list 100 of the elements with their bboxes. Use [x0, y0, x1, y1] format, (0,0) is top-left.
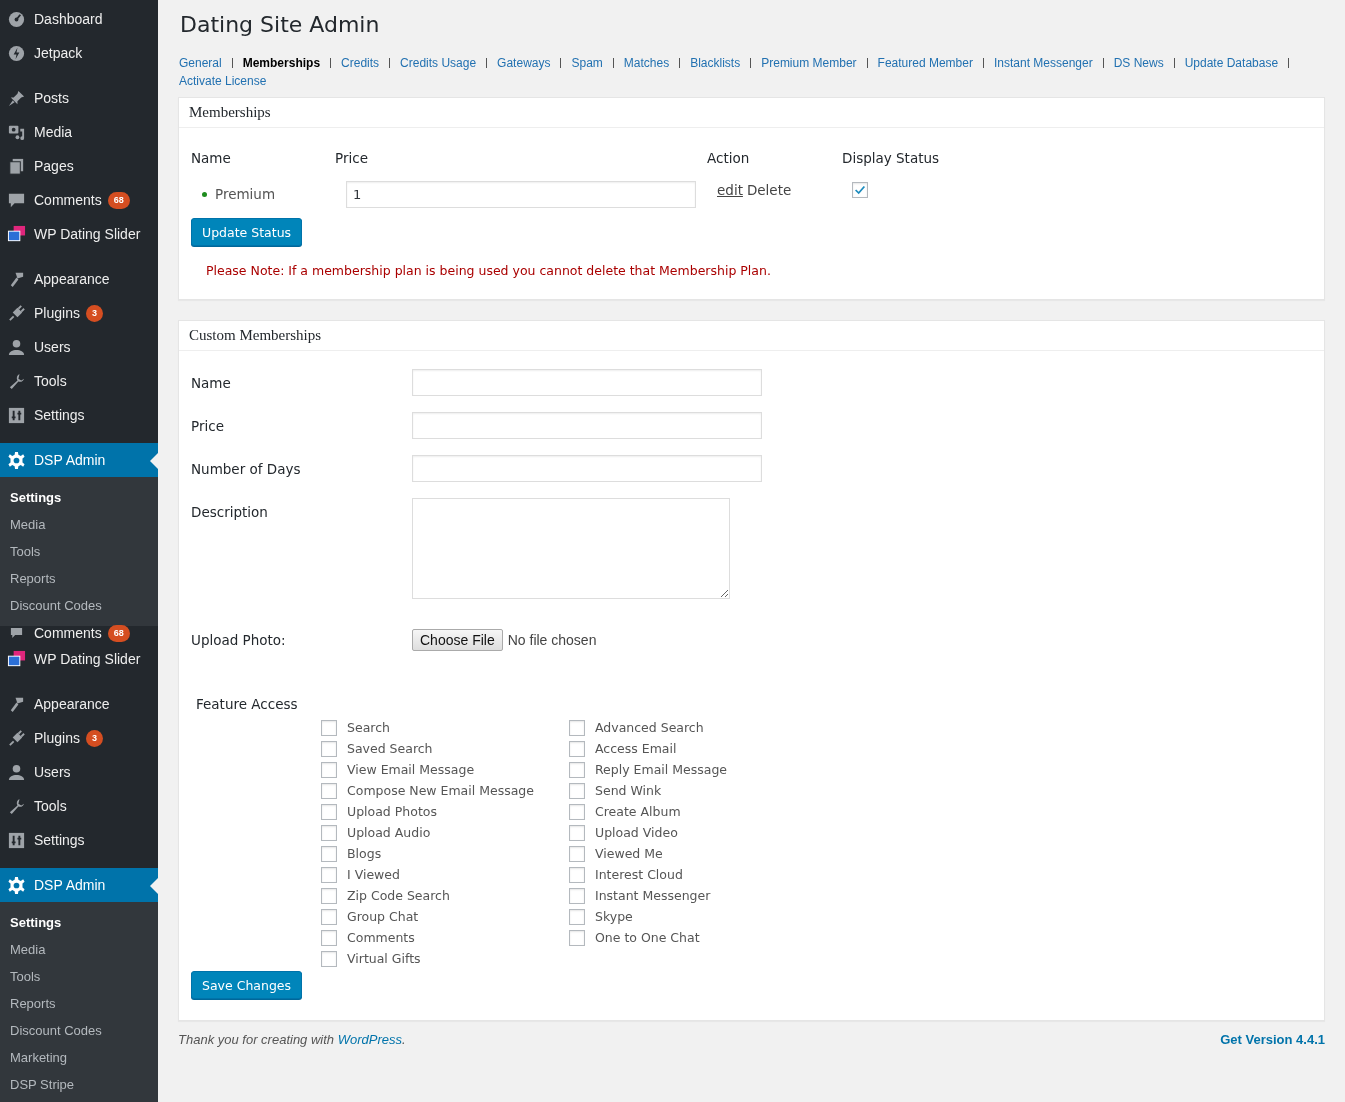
menu-item[interactable]: Pages	[0, 149, 158, 183]
nav-link[interactable]: Memberships	[242, 54, 321, 72]
menu-item[interactable]: WP Dating Slider	[0, 217, 158, 251]
menu-item[interactable]: Users	[0, 755, 158, 789]
count-badge: 3	[85, 304, 103, 322]
update-status-button[interactable]: Update Status	[191, 218, 303, 246]
edit-link[interactable]: edit	[717, 182, 743, 198]
submenu-item[interactable]: Media	[0, 511, 158, 538]
nav-link[interactable]: Gateways	[497, 54, 551, 72]
submenu-item[interactable]: Tools	[0, 963, 158, 990]
submenu-item[interactable]: Reports	[0, 565, 158, 592]
bolt-icon	[7, 43, 26, 63]
delete-link[interactable]: Delete	[746, 182, 792, 198]
menu-item[interactable]: Plugins 3	[0, 721, 158, 755]
checkbox[interactable]	[569, 719, 585, 736]
checkbox[interactable]	[569, 761, 585, 778]
checkbox[interactable]	[321, 740, 337, 757]
text-field[interactable]	[412, 412, 762, 439]
display-status-checkbox[interactable]	[852, 182, 868, 198]
submenu-item[interactable]: DSP Stripe	[0, 1071, 158, 1098]
submenu-item[interactable]: Tools	[0, 538, 158, 565]
checkbox[interactable]	[321, 719, 337, 736]
price-field[interactable]: 1	[346, 180, 696, 208]
nav-link[interactable]: Premium Member	[761, 54, 857, 72]
field-label: Description	[191, 503, 269, 520]
menu-item[interactable]: Dashboard	[0, 2, 158, 36]
nav-link[interactable]: General	[179, 54, 222, 72]
menu-item[interactable]: Comments 68	[0, 183, 158, 217]
plan-name: Premium	[215, 186, 276, 202]
submenu-item[interactable]: Discount Codes	[0, 1017, 158, 1044]
checkbox[interactable]	[321, 761, 337, 778]
checkbox-label: Send Wink	[595, 783, 662, 798]
menu-item[interactable]: WP Dating Slider	[0, 642, 158, 676]
checkbox[interactable]	[321, 845, 337, 862]
page-title: Dating Site Admin	[180, 11, 381, 39]
text-field[interactable]	[412, 455, 762, 482]
checkbox[interactable]	[569, 845, 585, 862]
nav-link[interactable]: Activate License	[179, 72, 267, 90]
submenu-item[interactable]: Settings	[0, 484, 158, 511]
nav-link[interactable]: Matches	[623, 54, 670, 72]
checkbox[interactable]	[569, 824, 585, 841]
checkbox-label: Blogs	[347, 846, 382, 861]
nav-link[interactable]: Credits Usage	[400, 54, 477, 72]
menu-item[interactable]: Settings	[0, 823, 158, 857]
menu-item[interactable]: Comments 68	[0, 624, 158, 642]
nav-link[interactable]: Blacklists	[690, 54, 741, 72]
text-field[interactable]	[412, 369, 762, 396]
submenu-item[interactable]: Media	[0, 936, 158, 963]
checkbox[interactable]	[321, 887, 337, 904]
checkbox[interactable]	[569, 803, 585, 820]
checkbox[interactable]	[321, 803, 337, 820]
checkbox-label: Viewed Me	[595, 846, 663, 861]
menu-item[interactable]: Appearance	[0, 262, 158, 296]
nav-link[interactable]: Featured Member	[877, 54, 973, 72]
checkbox[interactable]	[569, 908, 585, 925]
checkbox[interactable]	[321, 908, 337, 925]
nav-link[interactable]: Instant Messenger	[993, 54, 1093, 72]
checkbox[interactable]	[321, 929, 337, 946]
field-label: Name	[191, 374, 232, 391]
description-field[interactable]	[412, 498, 730, 599]
checkbox[interactable]	[321, 824, 337, 841]
footer-text: Thank you for creating with WordPress.	[178, 1032, 406, 1047]
submenu-item[interactable]: Discount Codes	[0, 592, 158, 619]
menu-item[interactable]: Jetpack	[0, 36, 158, 70]
checkbox-label: Compose New Email Message	[347, 783, 534, 798]
checkbox[interactable]	[569, 740, 585, 757]
nav-link[interactable]: Credits	[341, 54, 380, 72]
menu-item[interactable]: Plugins 3	[0, 296, 158, 330]
menu-item[interactable]: Tools	[0, 364, 158, 398]
menu-item[interactable]: DSP Admin	[0, 443, 158, 477]
checkbox[interactable]	[321, 782, 337, 799]
save-changes-button[interactable]: Save Changes	[191, 971, 303, 999]
checkbox[interactable]	[569, 887, 585, 904]
wordpress-link[interactable]: WordPress	[337, 1032, 402, 1047]
menu-item[interactable]: Users	[0, 330, 158, 364]
menu-item[interactable]: DSP Admin	[0, 868, 158, 902]
submenu-item[interactable]: Settings	[0, 909, 158, 936]
checkbox[interactable]	[569, 929, 585, 946]
version-link[interactable]: Get Version 4.4.1	[1220, 1032, 1325, 1047]
nav-link[interactable]: Update Database	[1184, 54, 1279, 72]
menu-item[interactable]: Media	[0, 115, 158, 149]
checkbox-label: Virtual Gifts	[347, 951, 421, 966]
pages-icon	[7, 156, 26, 176]
submenu-item[interactable]: Reports	[0, 990, 158, 1017]
nav-link[interactable]: DS News	[1113, 54, 1164, 72]
checkbox-label: Access Email	[595, 741, 677, 756]
nav-link[interactable]: Spam	[571, 54, 603, 72]
submenu-item[interactable]: Marketing	[0, 1044, 158, 1071]
checkbox[interactable]	[321, 950, 337, 967]
menu-item[interactable]: Tools	[0, 789, 158, 823]
checkbox[interactable]	[569, 782, 585, 799]
menu-item[interactable]: Appearance	[0, 687, 158, 721]
checkbox[interactable]	[569, 866, 585, 883]
gear-icon	[7, 450, 26, 470]
checkbox[interactable]	[321, 866, 337, 883]
panel-title: Memberships	[179, 98, 1324, 128]
menu-item[interactable]: Posts	[0, 81, 158, 115]
choose-file-button[interactable]: Choose File	[412, 629, 503, 651]
menu-item[interactable]: Settings	[0, 398, 158, 432]
current-arrow-icon	[150, 878, 158, 894]
